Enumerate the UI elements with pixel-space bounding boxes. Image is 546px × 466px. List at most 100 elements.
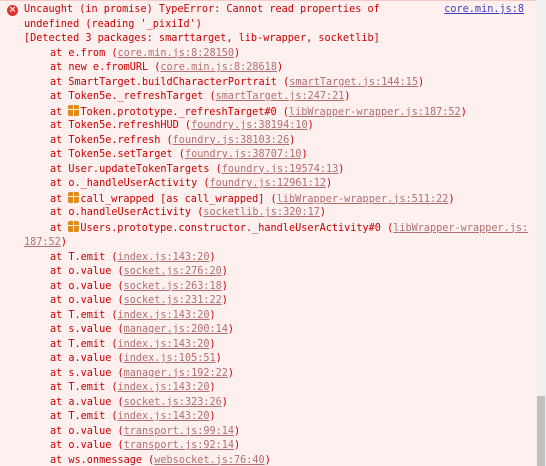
frame-close-paren: ) (227, 367, 235, 379)
frame-close-paren: ) (460, 106, 467, 118)
vertical-scrollbar[interactable] (536, 0, 546, 466)
frame-source-link[interactable]: socketlib.js:320:17 (203, 207, 320, 218)
frame-source-link[interactable]: socket.js:323:26 (124, 397, 222, 408)
frame-source-link[interactable]: socket.js:276:20 (124, 266, 222, 277)
frame-source-link[interactable]: core.min.js:8:28618 (160, 62, 277, 73)
frame-source-link[interactable]: manager.js:200:14 (124, 324, 228, 335)
frame-close-paren: ) (338, 163, 345, 175)
frame-source-link[interactable]: libWrapper-wrapper.js:511:22 (277, 194, 449, 205)
frame-close-paren: ) (215, 353, 222, 364)
frame-source-link[interactable]: manager.js:192:22 (124, 368, 228, 379)
stack-frame: at ws.onmessage (websocket.js:76:40) (24, 454, 532, 466)
stack-trace: [Detected 3 packages: smarttarget, lib-w… (24, 32, 532, 466)
frame-caller: at e.from ( (50, 47, 118, 59)
stack-frame: at Token5e.refreshHUD (foundry.js:38194:… (24, 119, 532, 134)
console-error-message: × Uncaught (in promise) TypeError: Canno… (0, 0, 536, 466)
frame-caller: at T.emit ( (50, 411, 118, 422)
stack-frame: at a.value (index.js:105:51) (24, 352, 532, 367)
stack-frame: at o._handleUserActivity (foundry.js:129… (24, 177, 532, 192)
frame-caller: at Token5e._refreshTarget ( (50, 91, 216, 102)
frame-caller: at a.value ( (50, 353, 124, 364)
frame-close-paren: ) (264, 454, 271, 466)
frame-close-paren: ) (344, 91, 351, 102)
frame-caller: at Token5e.setTarget ( (50, 149, 185, 160)
frame-source-link[interactable]: smartTarget.js:247:21 (216, 91, 345, 102)
frame-source-link[interactable]: index.js:143:20 (117, 339, 209, 350)
frame-source-link[interactable]: index.js:105:51 (124, 353, 216, 364)
scrollbar-thumb[interactable] (537, 396, 545, 466)
frame-source-link[interactable]: libWrapper-wrapper.js:187:52 (289, 107, 461, 118)
frame-source-link[interactable]: foundry.js:38194:10 (191, 120, 308, 131)
frame-caller: at o.value ( (50, 425, 124, 437)
frame-caller: at T.emit ( (50, 382, 118, 393)
frame-close-paren: ) (60, 237, 67, 248)
frame-close-paren: ) (227, 324, 235, 335)
frame-caller: at new e.fromURL ( (50, 62, 161, 73)
frame-source-link[interactable]: index.js:143:20 (117, 252, 209, 263)
frame-close-paren: ) (289, 134, 296, 146)
frame-source-link[interactable]: socket.js:263:18 (124, 281, 222, 292)
frame-caller-wrapped: Users.prototype.constructor._handleUserA… (80, 222, 394, 234)
stack-frame: at Token.prototype._refreshTarget#0 (lib… (24, 104, 532, 120)
frame-close-paren: ) (221, 280, 228, 292)
frame-close-paren: ) (221, 396, 228, 408)
frame-caller: at o.value ( (50, 280, 124, 292)
frame-source-link[interactable]: transport.js:99:14 (124, 426, 234, 437)
stack-frame: at o.value (transport.js:92:14) (24, 439, 532, 454)
frame-source-link[interactable]: index.js:143:20 (117, 382, 209, 393)
frame-close-paren: ) (234, 425, 241, 437)
package-icon (68, 220, 80, 232)
frame-close-paren: ) (418, 76, 425, 88)
source-link[interactable]: core.min.js:8 (444, 3, 524, 18)
frame-caller: at o._handleUserActivity ( (50, 178, 210, 189)
frame-close-paren: ) (234, 47, 241, 59)
frame-source-link[interactable]: websocket.js:76:40 (154, 455, 264, 466)
frame-close-paren: ) (209, 382, 216, 393)
error-header-line-2: undefined (reading '_pixiId') (24, 18, 202, 30)
stack-frame: at a.value (socket.js:323:26) (24, 396, 532, 411)
frame-source-link[interactable]: smartTarget.js:144:15 (289, 77, 418, 88)
frame-source-link[interactable]: index.js:143:20 (117, 310, 209, 321)
frame-close-paren: ) (209, 251, 216, 263)
stack-frame: at new e.fromURL (core.min.js:8:28618) (24, 61, 532, 76)
stack-frame: at SmartTarget.buildCharacterPortrait (s… (24, 76, 532, 91)
frame-source-link[interactable]: socket.js:231:22 (124, 295, 222, 306)
frame-close-paren: ) (221, 266, 228, 277)
error-x-icon: × (7, 5, 18, 16)
frame-caller: at SmartTarget.buildCharacterPortrait ( (50, 76, 290, 88)
frame-caller: at T.emit ( (50, 309, 118, 321)
package-icon (68, 191, 80, 203)
stack-frame: at o.handleUserActivity (socketlib.js:32… (24, 206, 532, 221)
frame-source-link[interactable]: foundry.js:12961:12 (209, 178, 326, 189)
frame-source-link[interactable]: foundry.js:38707:10 (185, 149, 302, 160)
stack-frame: at call_wrapped [as call_wrapped] (libWr… (24, 191, 532, 207)
frame-source-link[interactable]: core.min.js:8:28150 (117, 48, 234, 59)
stack-frame: at T.emit (index.js:143:20) (24, 309, 532, 324)
stack-frame: at Token5e.refresh (foundry.js:38103:26) (24, 134, 532, 149)
frame-caller: at s.value ( (50, 324, 124, 335)
frame-caller: at ws.onmessage ( (50, 454, 155, 466)
frame-close-paren: ) (209, 338, 216, 350)
frame-caller: at o.value ( (50, 440, 124, 451)
frame-source-link[interactable]: transport.js:92:14 (124, 440, 234, 451)
detected-packages: [Detected 3 packages: smarttarget, lib-w… (24, 33, 380, 44)
stack-frame: at T.emit (index.js:143:20) (24, 410, 532, 425)
stack-frame: at User.updateTokenTargets (foundry.js:1… (24, 163, 532, 178)
stack-frame: at Users.prototype.constructor._handleUs… (24, 220, 532, 251)
frame-close-paren: ) (448, 193, 455, 205)
frame-source-link[interactable]: index.js:143:20 (117, 411, 209, 422)
error-header-line-1: Uncaught (in promise) TypeError: Cannot … (24, 4, 380, 15)
frame-source-link[interactable]: foundry.js:38103:26 (173, 135, 290, 146)
frame-caller: at (50, 222, 69, 234)
stack-frame: at s.value (manager.js:192:22) (24, 367, 532, 382)
frame-source-link[interactable]: foundry.js:19574:13 (222, 164, 339, 175)
frame-caller: at Token5e.refresh ( (50, 134, 173, 146)
frame-close-paren: ) (221, 295, 228, 306)
stack-frame: at o.value (socket.js:263:18) (24, 280, 532, 295)
package-icon (68, 104, 80, 116)
frame-caller: at User.updateTokenTargets ( (50, 163, 222, 175)
frame-close-paren: ) (301, 149, 308, 160)
stack-frame: at T.emit (index.js:143:20) (24, 381, 532, 396)
frame-close-paren: ) (319, 207, 327, 218)
stack-frame: at T.emit (index.js:143:20) (24, 251, 532, 266)
